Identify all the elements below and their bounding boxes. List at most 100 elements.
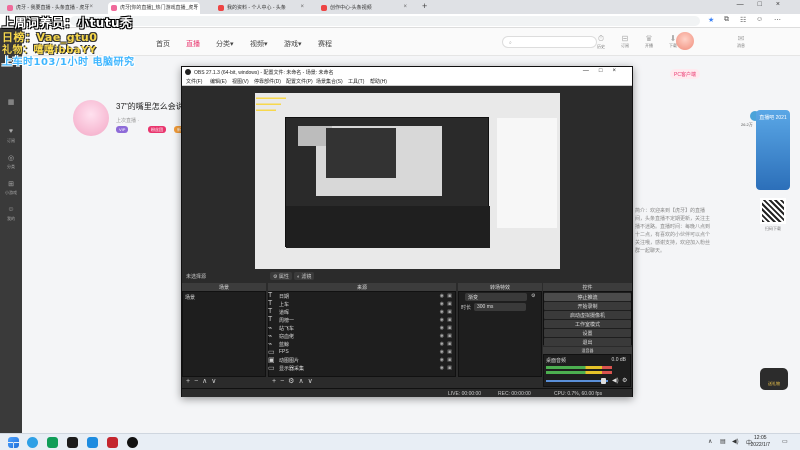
eye-icon[interactable]: ◉ xyxy=(440,293,444,299)
source-row[interactable]: ▭ FPS ◉ ▣ xyxy=(268,349,454,356)
eye-icon[interactable]: ◉ xyxy=(440,301,444,307)
lock-icon[interactable]: ▣ xyxy=(447,301,452,307)
messages-button[interactable]: ✉ 消息 xyxy=(730,34,752,49)
streamer-avatar[interactable] xyxy=(73,100,109,136)
obs-window-controls[interactable]: —□× xyxy=(583,68,626,74)
nav-schedule[interactable]: 赛程 xyxy=(318,39,332,49)
source-row[interactable]: T 上车 ◉ ▣ xyxy=(268,300,454,308)
window-controls[interactable]: —□× xyxy=(737,1,794,8)
eye-icon[interactable]: ◉ xyxy=(440,317,444,323)
rail-icon[interactable]: ▦ xyxy=(4,98,18,106)
edge-icon[interactable] xyxy=(27,437,38,448)
menu-profile[interactable]: 配置文件(P) xyxy=(286,78,313,85)
properties-button[interactable]: ⚙ 属性 xyxy=(270,272,292,280)
scene-item[interactable]: 场景 xyxy=(185,294,195,301)
nav-live[interactable]: 直播 xyxy=(186,39,200,49)
source-row[interactable]: T 周榜一 ◉ ▣ xyxy=(268,316,454,324)
site-search-input[interactable]: ⌕ xyxy=(502,36,597,48)
settings-button[interactable]: 设置 xyxy=(544,329,631,337)
eye-icon[interactable]: ◉ xyxy=(440,325,444,331)
app-icon[interactable] xyxy=(47,437,58,448)
source-row[interactable]: T 日期 ◉ ▣ xyxy=(268,292,454,300)
lock-icon[interactable]: ▣ xyxy=(447,325,452,331)
eye-icon[interactable]: ◉ xyxy=(440,357,444,363)
duration-input[interactable]: 300 ms xyxy=(474,303,526,311)
eye-icon[interactable]: ◉ xyxy=(440,365,444,371)
eye-icon[interactable]: ◉ xyxy=(440,349,444,355)
url-input[interactable]: …om/2528141 xyxy=(70,16,700,26)
close-tab-icon[interactable]: × xyxy=(403,4,407,10)
network-icon[interactable]: ▤ xyxy=(720,438,726,445)
collections-icon[interactable]: ☷ xyxy=(740,16,746,24)
nav-games[interactable]: 游戏▾ xyxy=(284,39,302,49)
notification-icon[interactable]: ▭ xyxy=(782,438,788,445)
user-avatar[interactable] xyxy=(676,32,694,50)
studio-mode-button[interactable]: 工作室模式 xyxy=(544,320,631,328)
menu-help[interactable]: 帮助(H) xyxy=(370,78,387,85)
heart-icon[interactable]: ♥ xyxy=(4,128,18,135)
volume-slider[interactable] xyxy=(546,380,608,382)
virtual-camera-button[interactable]: 启动虚拟摄像机 xyxy=(544,311,631,319)
lock-icon[interactable]: ▣ xyxy=(447,317,452,323)
transition-select[interactable]: 渐变 xyxy=(465,293,527,301)
subscribe-button[interactable]: ⊟ 订阅 xyxy=(614,34,636,49)
start-live-button[interactable]: ♛ 开播 xyxy=(638,34,660,49)
promo-banner[interactable]: 直播吧 2021 xyxy=(756,110,790,190)
app-icon[interactable] xyxy=(107,437,118,448)
menu-view[interactable]: 视图(V) xyxy=(232,78,249,85)
category-icon[interactable]: ◎ xyxy=(4,154,18,162)
app-icon[interactable] xyxy=(67,437,78,448)
source-row[interactable]: ⌁ 站飞车 ◉ ▣ xyxy=(268,325,454,332)
browser-tab-active[interactable]: 虎牙[你的直播]_热门游戏直播_虎牙 × xyxy=(108,2,200,14)
sources-dock-footer[interactable]: +−⚙∧∨ xyxy=(268,377,456,385)
speaker-icon[interactable]: ◀) xyxy=(612,377,619,384)
close-tab-icon[interactable]: × xyxy=(89,4,93,10)
browser-tab[interactable]: 我的资料 - 个人中心 - 头条 × xyxy=(215,2,307,14)
tray-chevron-icon[interactable]: ∧ xyxy=(708,438,712,445)
extensions-icon[interactable]: ⧉ xyxy=(724,16,729,24)
profile-icon[interactable]: ☺ xyxy=(756,16,763,23)
source-row[interactable]: ▭ 显示器采集 ◉ ▣ xyxy=(268,365,454,372)
volume-slider-thumb[interactable] xyxy=(601,378,606,384)
close-tab-icon[interactable]: × xyxy=(300,4,304,10)
source-row[interactable]: ⌁ 窃血佬 ◉ ▣ xyxy=(268,333,454,340)
close-tab-icon[interactable]: × xyxy=(193,4,197,10)
transition-settings-icon[interactable]: ⚙ xyxy=(531,293,535,299)
filters-button[interactable]: ◐ 滤镜 xyxy=(294,272,315,280)
menu-docks[interactable]: 停靠部件(D) xyxy=(254,78,281,85)
star-icon[interactable]: ★ xyxy=(708,16,714,24)
menu-tools[interactable]: 工具(T) xyxy=(348,78,364,85)
lock-icon[interactable]: ▣ xyxy=(447,365,452,371)
lock-icon[interactable]: ▣ xyxy=(447,293,452,299)
eye-icon[interactable]: ◉ xyxy=(440,333,444,339)
menu-file[interactable]: 文件(F) xyxy=(186,78,202,85)
windows-start-icon[interactable] xyxy=(8,437,19,448)
scenes-dock-footer[interactable]: +−∧∨ xyxy=(182,377,266,385)
new-tab-button[interactable]: + xyxy=(422,1,427,11)
browser-tab[interactable]: 创作中心-头条视频 × xyxy=(318,2,410,14)
stop-streaming-button[interactable]: 停止推流 xyxy=(544,293,631,301)
menu-scene-collection[interactable]: 场景集合(S) xyxy=(316,78,343,85)
volume-icon[interactable]: ◀) xyxy=(732,438,739,445)
start-recording-button[interactable]: 开始录制 xyxy=(544,302,631,310)
nav-home[interactable]: 首页 xyxy=(156,39,170,49)
game-icon[interactable]: ⊞ xyxy=(4,180,18,188)
source-row[interactable]: T 道晖 ◉ ▣ xyxy=(268,308,454,316)
gear-icon[interactable]: ⚙ xyxy=(622,377,627,384)
obs-taskbar-icon[interactable] xyxy=(127,437,138,448)
lock-icon[interactable]: ▣ xyxy=(447,333,452,339)
eye-icon[interactable]: ◉ xyxy=(440,309,444,315)
history-button[interactable]: ⏱ 历史 xyxy=(590,34,612,50)
eye-icon[interactable]: ◉ xyxy=(440,341,444,347)
lock-icon[interactable]: ▣ xyxy=(447,357,452,363)
menu-icon[interactable]: ⋯ xyxy=(774,16,781,24)
source-row[interactable]: ▣ 动图图片 ◉ ▣ xyxy=(268,357,454,364)
gift-icon[interactable]: 送礼物 xyxy=(760,368,788,390)
app-icon[interactable] xyxy=(87,437,98,448)
source-row[interactable]: ⌁ 蓝鲸 ◉ ▣ xyxy=(268,341,454,348)
nav-video[interactable]: 视频▾ xyxy=(250,39,268,49)
lock-icon[interactable]: ▣ xyxy=(447,349,452,355)
lock-icon[interactable]: ▣ xyxy=(447,309,452,315)
pc-client-button[interactable]: PC客户端 xyxy=(670,69,700,79)
exit-button[interactable]: 退出 xyxy=(544,338,631,346)
